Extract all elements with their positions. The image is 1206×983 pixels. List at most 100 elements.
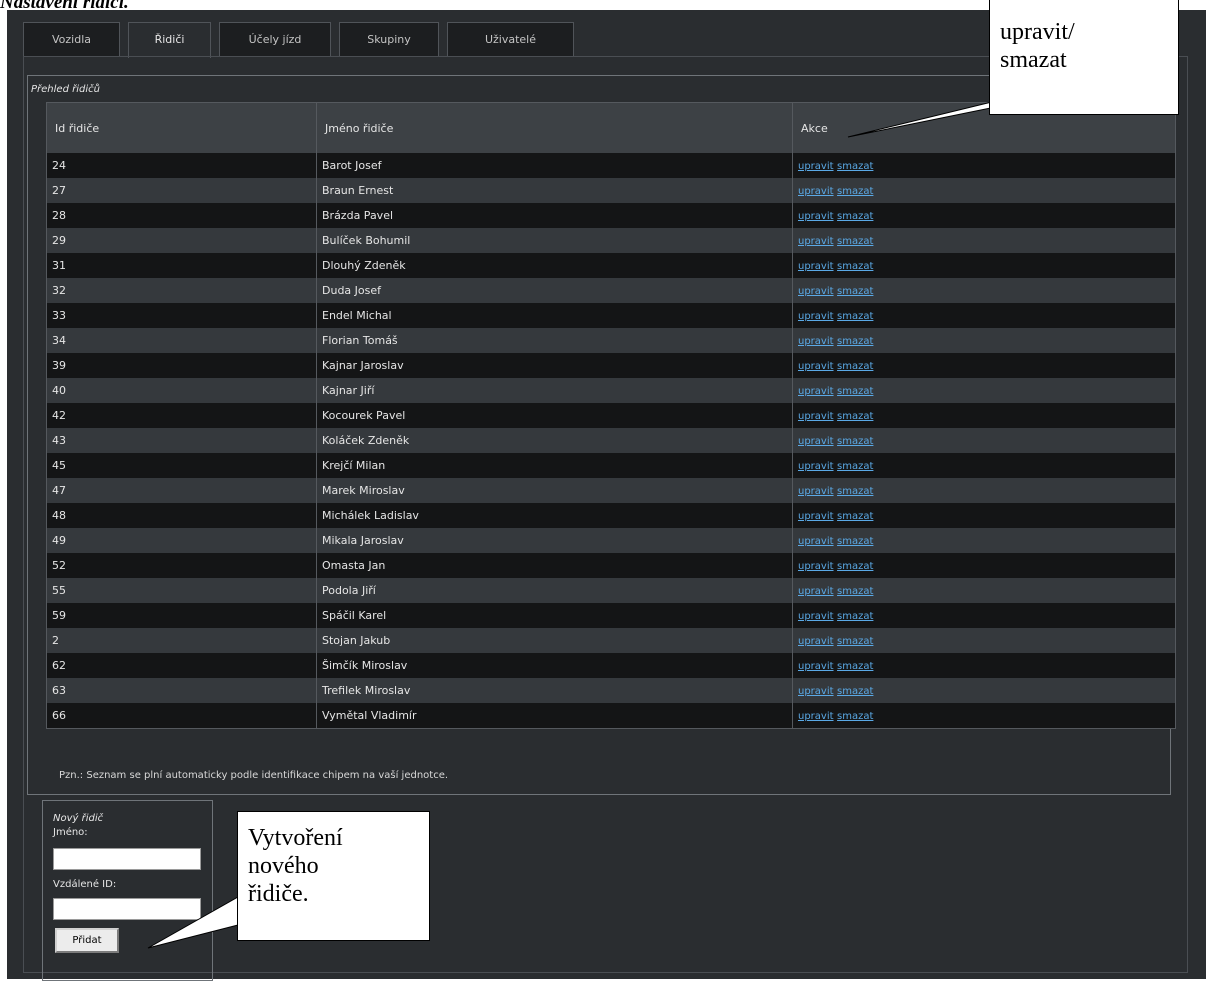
driver-name: Omasta Jan — [316, 553, 793, 578]
driver-name: Koláček Zdeněk — [316, 428, 793, 453]
driver-actions: upravit smazat — [792, 178, 1175, 203]
edit-link[interactable]: upravit — [798, 436, 834, 447]
table-row: 40 Kajnar Jiří upravit smazat — [47, 378, 1175, 403]
edit-link[interactable]: upravit — [798, 711, 834, 722]
delete-link[interactable]: smazat — [837, 411, 873, 422]
delete-link[interactable]: smazat — [837, 461, 873, 472]
driver-id: 63 — [47, 678, 317, 703]
delete-link[interactable]: smazat — [837, 261, 873, 272]
panel-title: Přehled řidičů — [31, 84, 100, 95]
delete-link[interactable]: smazat — [837, 636, 873, 647]
table-row: 34 Florian Tomáš upravit smazat — [47, 328, 1175, 353]
driver-name: Kocourek Pavel — [316, 403, 793, 428]
table-row: 33 Endel Michal upravit smazat — [47, 303, 1175, 328]
delete-link[interactable]: smazat — [837, 311, 873, 322]
edit-link[interactable]: upravit — [798, 511, 834, 522]
delete-link[interactable]: smazat — [837, 236, 873, 247]
delete-link[interactable]: smazat — [837, 386, 873, 397]
driver-id: 47 — [47, 478, 317, 503]
driver-id: 49 — [47, 528, 317, 553]
delete-link[interactable]: smazat — [837, 436, 873, 447]
delete-link[interactable]: smazat — [837, 711, 873, 722]
table-row: 2 Stojan Jakub upravit smazat — [47, 628, 1175, 653]
tab-vehicles[interactable]: Vozidla — [23, 22, 120, 56]
name-label: Jméno: — [53, 827, 88, 838]
name-input[interactable] — [53, 848, 201, 870]
edit-link[interactable]: upravit — [798, 311, 834, 322]
delete-link[interactable]: smazat — [837, 286, 873, 297]
edit-link[interactable]: upravit — [798, 361, 834, 372]
table-body: 24 Barot Josef upravit smazat 27 Braun Ernes… — [47, 153, 1175, 728]
delete-link[interactable]: smazat — [837, 561, 873, 572]
edit-link[interactable]: upravit — [798, 586, 834, 597]
edit-link[interactable]: upravit — [798, 411, 834, 422]
table-row: 49 Mikala Jaroslav upravit smazat — [47, 528, 1175, 553]
edit-link[interactable]: upravit — [798, 561, 834, 572]
edit-link[interactable]: upravit — [798, 211, 834, 222]
edit-link[interactable]: upravit — [798, 336, 834, 347]
delete-link[interactable]: smazat — [837, 336, 873, 347]
driver-actions: upravit smazat — [792, 578, 1175, 603]
edit-link[interactable]: upravit — [798, 386, 834, 397]
delete-link[interactable]: smazat — [837, 661, 873, 672]
edit-link[interactable]: upravit — [798, 261, 834, 272]
driver-id: 27 — [47, 178, 317, 203]
driver-actions: upravit smazat — [792, 628, 1175, 653]
driver-name: Podola Jiří — [316, 578, 793, 603]
delete-link[interactable]: smazat — [837, 686, 873, 697]
delete-link[interactable]: smazat — [837, 361, 873, 372]
edit-link[interactable]: upravit — [798, 686, 834, 697]
delete-link[interactable]: smazat — [837, 536, 873, 547]
tab-drivers[interactable]: Řidiči — [128, 22, 211, 58]
edit-link[interactable]: upravit — [798, 536, 834, 547]
edit-link[interactable]: upravit — [798, 661, 834, 672]
table-row: 28 Brázda Pavel upravit smazat — [47, 203, 1175, 228]
driver-actions: upravit smazat — [792, 253, 1175, 278]
driver-id: 34 — [47, 328, 317, 353]
driver-actions: upravit smazat — [792, 528, 1175, 553]
driver-name: Brázda Pavel — [316, 203, 793, 228]
table-row: 43 Koláček Zdeněk upravit smazat — [47, 428, 1175, 453]
delete-link[interactable]: smazat — [837, 511, 873, 522]
edit-link[interactable]: upravit — [798, 286, 834, 297]
edit-link[interactable]: upravit — [798, 186, 834, 197]
driver-name: Stojan Jakub — [316, 628, 793, 653]
driver-name: Marek Miroslav — [316, 478, 793, 503]
delete-link[interactable]: smazat — [837, 486, 873, 497]
table-row: 31 Dlouhý Zdeněk upravit smazat — [47, 253, 1175, 278]
driver-actions: upravit smazat — [792, 603, 1175, 628]
delete-link[interactable]: smazat — [837, 586, 873, 597]
add-driver-button[interactable]: Přidat — [55, 928, 119, 953]
edit-link[interactable]: upravit — [798, 611, 834, 622]
driver-actions: upravit smazat — [792, 653, 1175, 678]
edit-link[interactable]: upravit — [798, 161, 834, 172]
tab-groups[interactable]: Skupiny — [339, 22, 439, 56]
driver-actions: upravit smazat — [792, 153, 1175, 178]
driver-id: 24 — [47, 153, 317, 178]
tab-users[interactable]: Uživatelé — [447, 22, 574, 56]
edit-link[interactable]: upravit — [798, 236, 834, 247]
driver-id: 45 — [47, 453, 317, 478]
driver-name: Florian Tomáš — [316, 328, 793, 353]
delete-link[interactable]: smazat — [837, 161, 873, 172]
driver-actions: upravit smazat — [792, 303, 1175, 328]
edit-link[interactable]: upravit — [798, 486, 834, 497]
table-row: 62 Šimčík Miroslav upravit smazat — [47, 653, 1175, 678]
driver-name: Vymětal Vladimír — [316, 703, 793, 728]
column-header-id: Id řidiče — [47, 103, 317, 153]
driver-id: 42 — [47, 403, 317, 428]
driver-id: 39 — [47, 353, 317, 378]
tab-trip-purposes[interactable]: Účely jízd — [219, 22, 331, 56]
delete-link[interactable]: smazat — [837, 611, 873, 622]
edit-link[interactable]: upravit — [798, 461, 834, 472]
driver-id: 43 — [47, 428, 317, 453]
create-driver-callout: Vytvoření nového řidiče. — [237, 811, 430, 941]
delete-link[interactable]: smazat — [837, 211, 873, 222]
remote-id-input[interactable] — [53, 898, 201, 920]
table-row: 29 Bulíček Bohumil upravit smazat — [47, 228, 1175, 253]
table-row: 24 Barot Josef upravit smazat — [47, 153, 1175, 178]
driver-actions: upravit smazat — [792, 453, 1175, 478]
edit-link[interactable]: upravit — [798, 636, 834, 647]
driver-actions: upravit smazat — [792, 203, 1175, 228]
delete-link[interactable]: smazat — [837, 186, 873, 197]
